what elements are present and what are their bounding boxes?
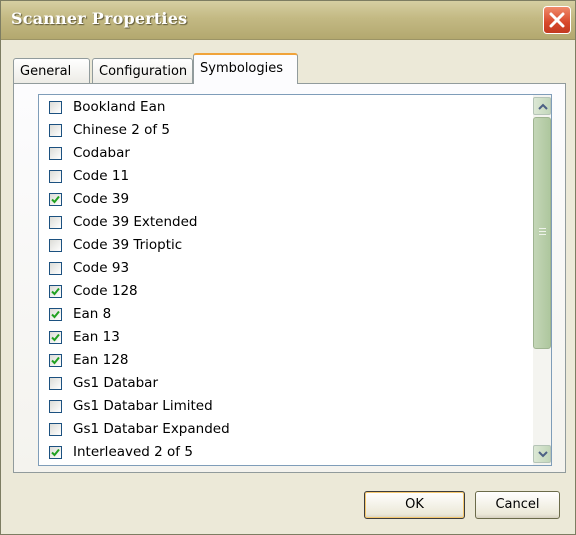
symbology-checkbox[interactable]	[49, 446, 62, 459]
symbology-item[interactable]: Chinese 2 of 5	[39, 120, 533, 143]
cancel-button[interactable]: Cancel	[475, 491, 560, 519]
ok-button[interactable]: OK	[364, 491, 465, 519]
tab-symbologies[interactable]: Symbologies	[193, 53, 298, 84]
symbology-label: Ean 8	[73, 306, 112, 322]
title-bar[interactable]: Scanner Properties	[1, 1, 575, 40]
symbology-list: Bookland Ean Chinese 2 of 5 Codabar Code 11…	[39, 97, 533, 465]
symbology-label: Gs1 Databar Limited	[73, 398, 213, 414]
symbology-checkbox[interactable]	[49, 423, 62, 436]
symbology-item[interactable]: Ean 13	[39, 327, 533, 350]
close-button[interactable]	[543, 6, 571, 34]
symbology-item[interactable]: Gs1 Databar Expanded	[39, 419, 533, 442]
grip-line	[539, 234, 546, 235]
symbologies-panel: Bookland Ean Chinese 2 of 5 Codabar Code 11…	[13, 83, 566, 473]
symbology-label: Chinese 2 of 5	[73, 122, 170, 138]
symbology-item[interactable]: Code 39 Trioptic	[39, 235, 533, 258]
symbology-item[interactable]: Code 93	[39, 258, 533, 281]
symbology-checkbox[interactable]	[49, 216, 62, 229]
window-title: Scanner Properties	[11, 9, 188, 28]
symbology-label: Codabar	[73, 145, 130, 161]
tab-configuration[interactable]: Configuration	[92, 58, 193, 84]
symbology-checkbox[interactable]	[49, 285, 62, 298]
vertical-scrollbar[interactable]	[533, 95, 551, 465]
grip-line	[539, 228, 546, 229]
symbology-label: Code 93	[73, 260, 130, 276]
tab-general[interactable]: General	[13, 58, 90, 84]
symbology-checkbox[interactable]	[49, 124, 62, 137]
symbology-label: Interleaved 2 of 5	[73, 444, 193, 460]
symbology-label: Code 128	[73, 283, 138, 299]
symbology-item[interactable]: Ean 8	[39, 304, 533, 327]
symbology-checkbox[interactable]	[49, 400, 62, 413]
scroll-down-button[interactable]	[533, 445, 551, 463]
symbology-label: Code 11	[73, 168, 130, 184]
scanner-properties-dialog: Scanner Properties General Configuration…	[0, 0, 576, 535]
symbology-label: Gs1 Databar Expanded	[73, 421, 230, 437]
symbology-item[interactable]: Code 11	[39, 166, 533, 189]
symbology-item[interactable]: Code 39 Extended	[39, 212, 533, 235]
symbology-item[interactable]: Gs1 Databar Limited	[39, 396, 533, 419]
symbology-checkbox[interactable]	[49, 193, 62, 206]
grip-line	[539, 231, 546, 232]
symbology-item[interactable]: Code 128	[39, 281, 533, 304]
symbology-item[interactable]: Ean 128	[39, 350, 533, 373]
symbology-label: Gs1 Databar	[73, 375, 159, 391]
symbology-item[interactable]: Codabar	[39, 143, 533, 166]
symbology-item[interactable]: Interleaved 2 of 5	[39, 442, 533, 465]
symbology-checkbox[interactable]	[49, 262, 62, 275]
symbology-checkbox[interactable]	[49, 170, 62, 183]
symbology-label: Code 39 Extended	[73, 214, 198, 230]
symbology-item[interactable]: Bookland Ean	[39, 97, 533, 120]
symbology-label: Code 39 Trioptic	[73, 237, 183, 253]
scroll-up-button[interactable]	[533, 97, 551, 115]
symbology-checkbox[interactable]	[49, 354, 62, 367]
symbology-label: Ean 128	[73, 352, 129, 368]
scroll-thumb[interactable]	[533, 117, 551, 349]
symbology-item[interactable]: Code 39	[39, 189, 533, 212]
symbology-checkbox[interactable]	[49, 331, 62, 344]
symbology-item[interactable]: Gs1 Databar	[39, 373, 533, 396]
symbology-checkbox[interactable]	[49, 377, 62, 390]
symbology-checkbox[interactable]	[49, 239, 62, 252]
symbology-label: Code 39	[73, 191, 130, 207]
symbology-label: Ean 13	[73, 329, 120, 345]
symbology-checkbox[interactable]	[49, 101, 62, 114]
symbology-checkbox[interactable]	[49, 147, 62, 160]
symbology-checklist[interactable]: Bookland Ean Chinese 2 of 5 Codabar Code 11…	[38, 94, 552, 466]
symbology-checkbox[interactable]	[49, 308, 62, 321]
symbology-label: Bookland Ean	[73, 99, 166, 115]
